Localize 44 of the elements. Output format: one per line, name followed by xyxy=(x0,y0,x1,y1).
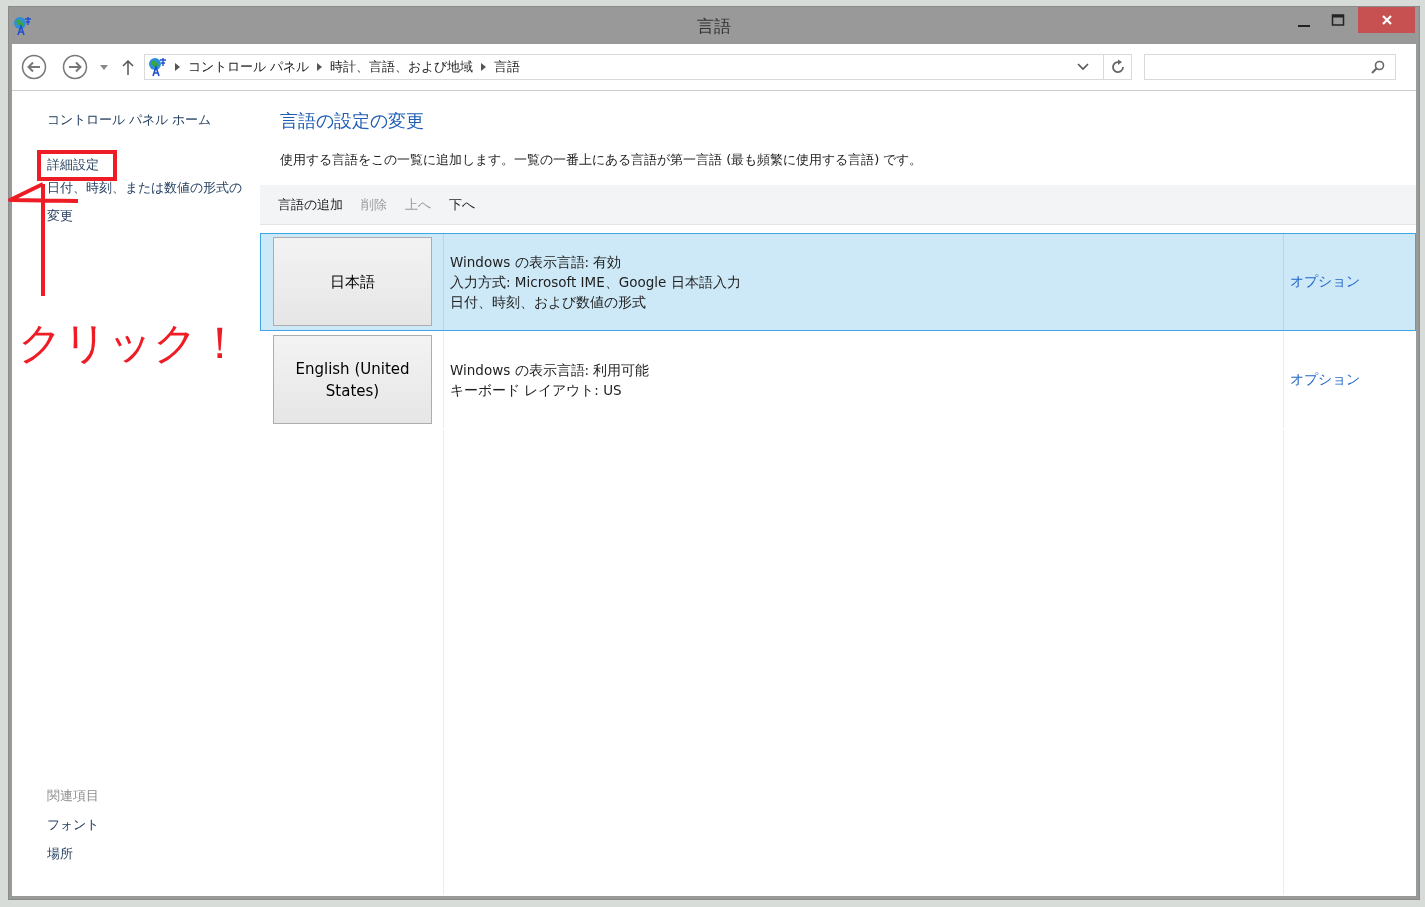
close-icon xyxy=(1379,13,1394,27)
annotation-text: クリック！ xyxy=(18,316,242,370)
related-heading: 関連項目 xyxy=(47,787,99,805)
refresh-icon xyxy=(1109,59,1126,75)
sidebar-link[interactable]: コントロール パネル ホーム xyxy=(47,111,212,129)
language-detail: 日付、時刻、および数値の形式 xyxy=(450,293,647,312)
language-row[interactable]: English (United States) Windows の表示言語: 利用可能 キーボード レイアウト: US オプション xyxy=(260,331,1416,429)
maximize-icon xyxy=(1331,13,1345,27)
language-row[interactable]: 日本語 Windows の表示言語: 有効 入力方式: Microsoft IME、Google 日本語入力 日付、時刻、および数値の形式 オプション xyxy=(260,233,1416,331)
breadcrumb[interactable]: コントロール パネル xyxy=(188,58,310,76)
language-tile[interactable]: 日本語 xyxy=(273,237,432,326)
toolbar-button[interactable]: 下へ xyxy=(441,191,483,218)
up-arrow-icon[interactable] xyxy=(122,59,134,75)
close-button[interactable] xyxy=(1358,7,1415,33)
window-title: 言語 xyxy=(697,15,731,38)
minimize-icon xyxy=(1298,25,1310,27)
chevron-right-icon[interactable] xyxy=(481,63,487,71)
language-tile[interactable]: English (United States) xyxy=(273,335,432,424)
description: 使用する言語をこの一覧に追加します。一覧の一番上にある言語が第一言語 (最も頻繁に使用する言語) です。 xyxy=(280,151,924,169)
chevron-down-icon[interactable] xyxy=(1077,63,1089,71)
breadcrumb[interactable]: 言語 xyxy=(494,58,521,76)
language-detail: キーボード レイアウト: US xyxy=(450,381,623,400)
language-detail: Windows の表示言語: 有効 xyxy=(450,253,623,272)
toolbar-button[interactable]: 言語の追加 xyxy=(270,191,351,218)
globe-language-icon xyxy=(12,15,32,36)
sidebar-link[interactable]: フォント xyxy=(47,816,99,834)
options-link[interactable]: オプション xyxy=(1290,371,1360,389)
forward-button[interactable] xyxy=(61,53,89,81)
breadcrumb[interactable]: 時計、言語、および地域 xyxy=(330,58,474,76)
page-heading: 言語の設定の変更 xyxy=(280,109,425,133)
options-link[interactable]: オプション xyxy=(1290,273,1360,291)
language-detail: 入力方式: Microsoft IME、Google 日本語入力 xyxy=(450,273,742,292)
search-field[interactable] xyxy=(1144,54,1396,80)
sidebar-link[interactable]: 日付、時刻、または数値の形式の変更 xyxy=(47,174,252,230)
chevron-right-icon[interactable] xyxy=(317,63,323,71)
search-icon xyxy=(1371,60,1385,74)
caret-icon[interactable] xyxy=(100,64,108,70)
address-bar[interactable]: コントロール パネル 時計、言語、および地域 言語 xyxy=(144,54,1132,80)
globe-language-icon xyxy=(147,57,167,77)
back-button[interactable] xyxy=(20,53,48,81)
language-detail: Windows の表示言語: 利用可能 xyxy=(450,361,651,380)
chevron-right-icon[interactable] xyxy=(175,63,180,71)
sidebar-link[interactable]: 詳細設定 xyxy=(47,156,99,174)
sidebar-link[interactable]: 場所 xyxy=(47,845,73,863)
